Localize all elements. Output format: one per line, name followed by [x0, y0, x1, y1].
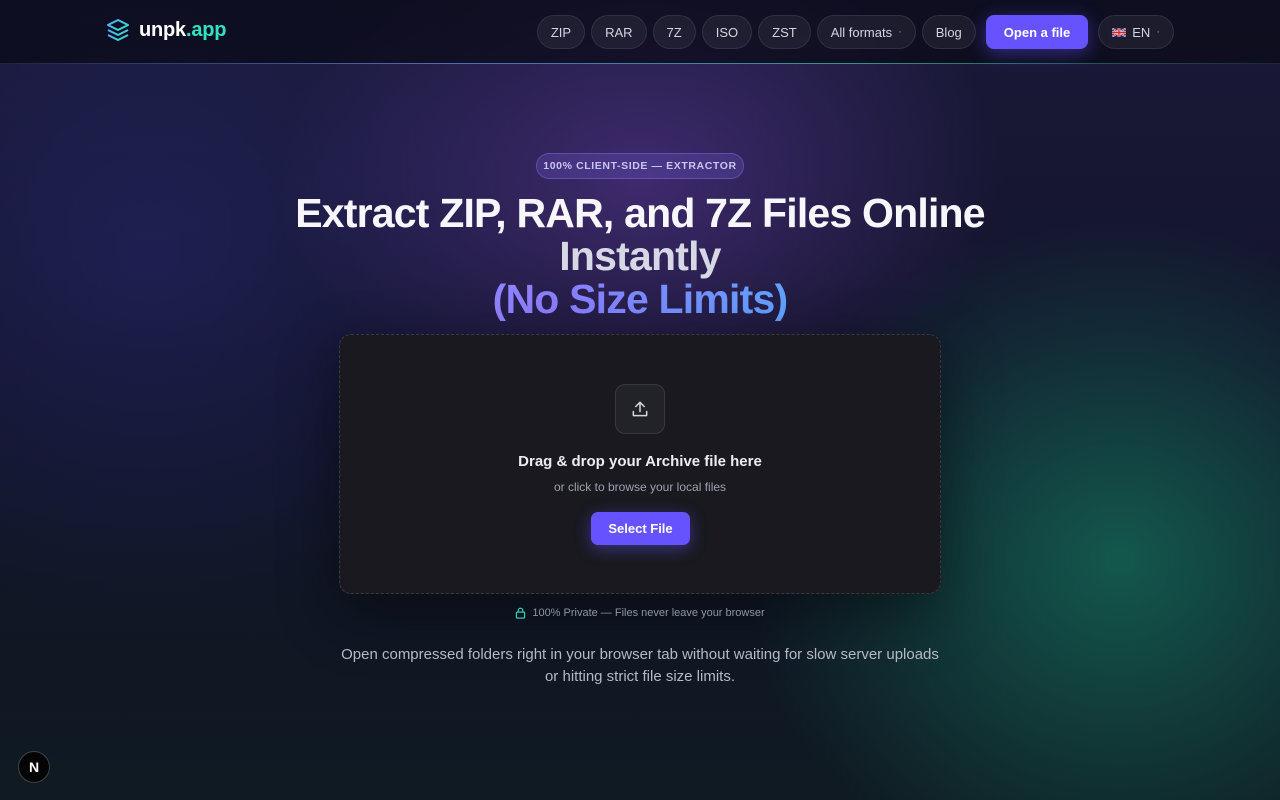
- all-formats-label: All formats: [830, 24, 893, 40]
- brand-logo[interactable]: unpk.app: [106, 18, 227, 42]
- page-title: Extract ZIP, RAR, and 7Z Files Online In…: [240, 192, 1040, 321]
- nav-blog-link[interactable]: Blog: [921, 15, 976, 49]
- nav-format-zip[interactable]: ZIP: [536, 15, 586, 49]
- privacy-note: 100% Private — Files never leave your br…: [0, 607, 1280, 619]
- drop-zone-title: Drag & drop your Archive file here: [518, 453, 762, 470]
- select-file-button[interactable]: Select File: [591, 512, 690, 545]
- uk-flag-icon: [1112, 27, 1127, 37]
- all-formats-dropdown[interactable]: All formats ·: [816, 15, 916, 49]
- lock-icon: [516, 607, 526, 619]
- language-label: EN: [1132, 24, 1151, 40]
- main-nav: ZIP RAR 7Z ISO ZST All formats · Blog Op…: [536, 15, 1174, 49]
- nav-format-zst-label: ZST: [772, 24, 797, 40]
- page-title-line1: Extract ZIP, RAR, and 7Z Files Online: [295, 190, 985, 236]
- open-file-button[interactable]: Open a file: [985, 15, 1089, 49]
- language-selector[interactable]: EN ·: [1098, 15, 1174, 49]
- brand-name: unpk.app: [139, 18, 227, 42]
- privacy-note-text: 100% Private — Files never leave your br…: [532, 607, 765, 619]
- nav-format-rar[interactable]: RAR: [591, 15, 647, 49]
- top-navigation-bar: unpk.app ZIP RAR 7Z ISO ZST All formats …: [0, 0, 1280, 64]
- nav-format-iso-label: ISO: [715, 24, 739, 40]
- nav-blog-label: Blog: [935, 24, 962, 40]
- nav-format-zst[interactable]: ZST: [758, 15, 811, 49]
- brand-name-part2: .app: [185, 18, 227, 41]
- file-drop-zone[interactable]: Drag & drop your Archive file here or cl…: [339, 334, 941, 594]
- dropdown-indicator-icon: ·: [898, 26, 902, 38]
- upload-icon-container: [615, 384, 665, 434]
- language-dropdown-indicator-icon: ·: [1156, 26, 1160, 38]
- page-title-line2: Instantly: [559, 233, 721, 279]
- brand-name-part1: unpk: [139, 18, 186, 41]
- upload-icon: [632, 401, 648, 417]
- client-side-badge: 100% CLIENT-SIDE — EXTRACTOR: [536, 153, 744, 179]
- nav-format-rar-label: RAR: [605, 24, 633, 40]
- open-file-label: Open a file: [1003, 24, 1071, 40]
- nav-format-7z-label: 7Z: [666, 24, 682, 40]
- nav-format-7z[interactable]: 7Z: [652, 15, 696, 49]
- stack-layers-icon: [107, 19, 129, 41]
- page-title-highlight: (No Size Limits): [240, 278, 1040, 321]
- drop-zone-subtitle: or click to browse your local files: [553, 480, 727, 494]
- nav-format-iso[interactable]: ISO: [701, 15, 753, 49]
- nextjs-dev-indicator-button[interactable]: N: [18, 751, 50, 783]
- nav-format-zip-label: ZIP: [550, 24, 572, 40]
- hero-description: Open compressed folders right in your br…: [341, 646, 939, 685]
